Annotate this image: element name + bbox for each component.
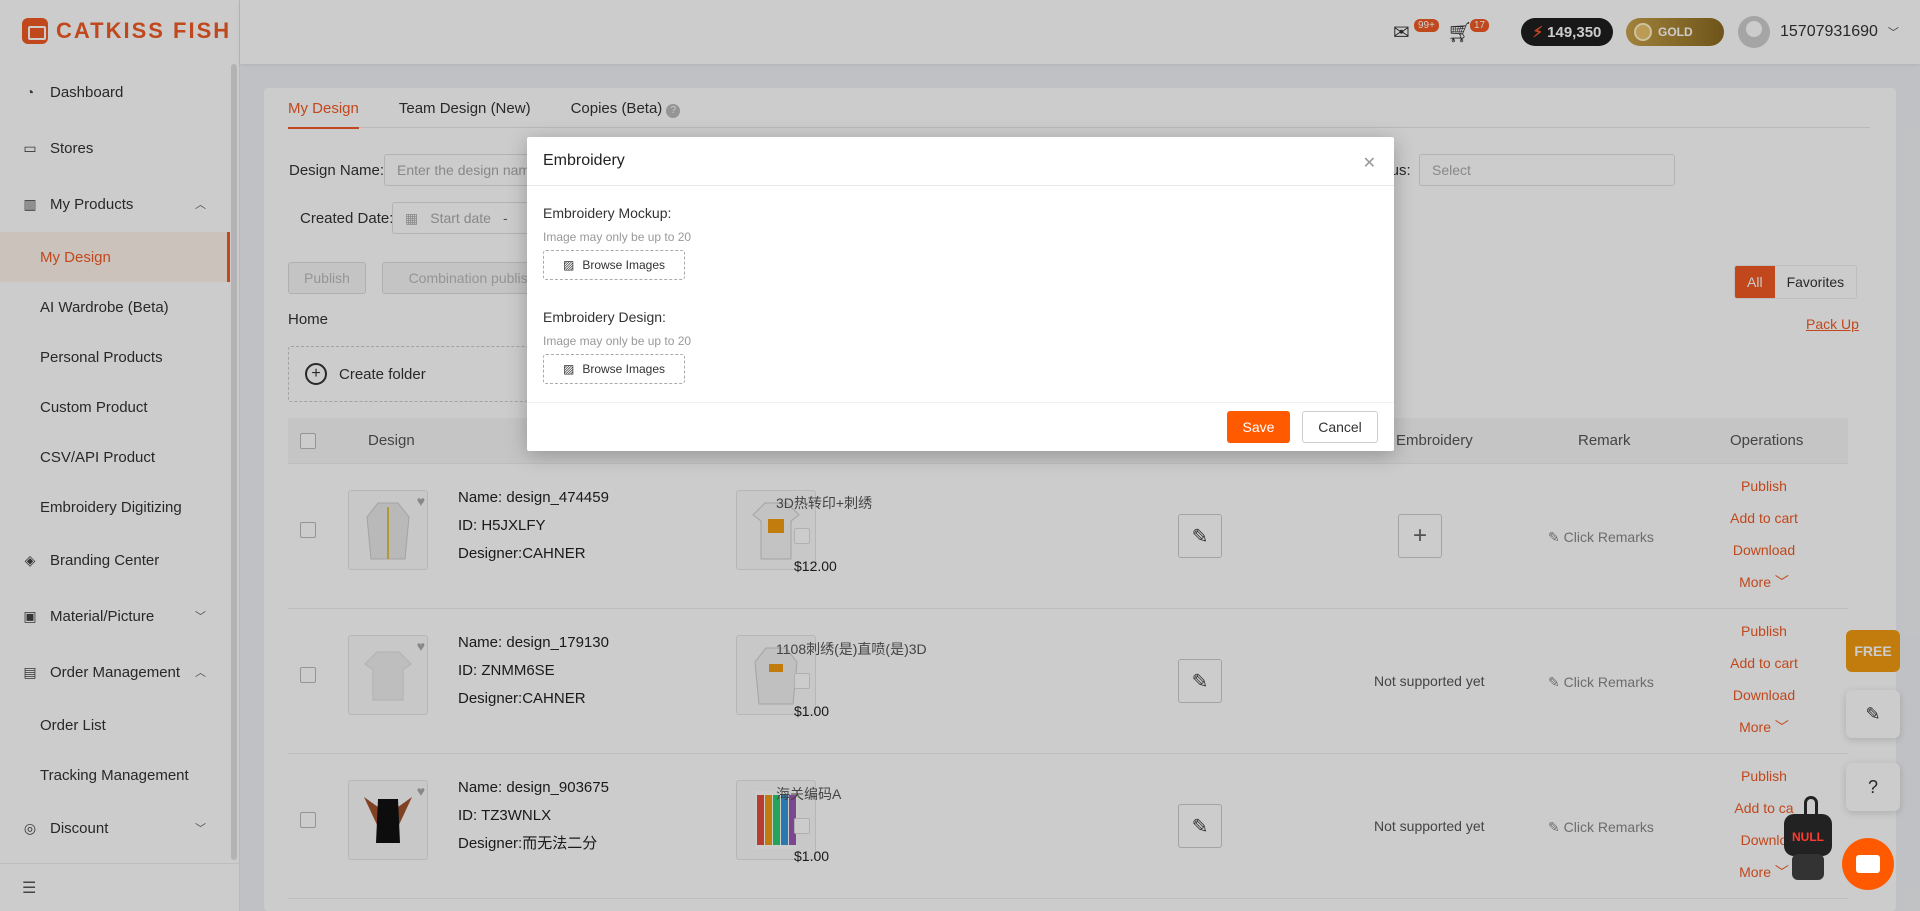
dialog-title: Embroidery [543,152,625,169]
robot-antenna [1804,796,1818,816]
embroidery-dialog: Embroidery ✕ Embroidery Mockup: Image ma… [527,137,1394,451]
browse-mockup-images-button[interactable]: ▨ Browse Images [543,250,685,280]
cancel-button[interactable]: Cancel [1302,411,1378,443]
robot-body [1792,854,1824,880]
close-icon[interactable]: ✕ [1363,153,1376,173]
embroidery-mockup-label: Embroidery Mockup: [543,205,672,221]
robot-mascot[interactable]: NULL [1780,790,1836,886]
chat-support-button[interactable] [1842,838,1894,890]
embroidery-design-hint: Image may only be up to 20 [543,334,692,348]
dialog-header: Embroidery ✕ [527,137,1394,186]
robot-screen-text: NULL [1792,830,1824,844]
browse-design-images-button[interactable]: ▨ Browse Images [543,354,685,384]
embroidery-design-label: Embroidery Design: [543,309,666,325]
browse-label: Browse Images [582,362,666,376]
image-icon: ▨ [562,258,575,272]
save-button[interactable]: Save [1227,411,1290,443]
image-icon: ▨ [562,362,575,376]
browse-label: Browse Images [582,258,666,272]
embroidery-mockup-hint: Image may only be up to 20 [543,230,692,244]
